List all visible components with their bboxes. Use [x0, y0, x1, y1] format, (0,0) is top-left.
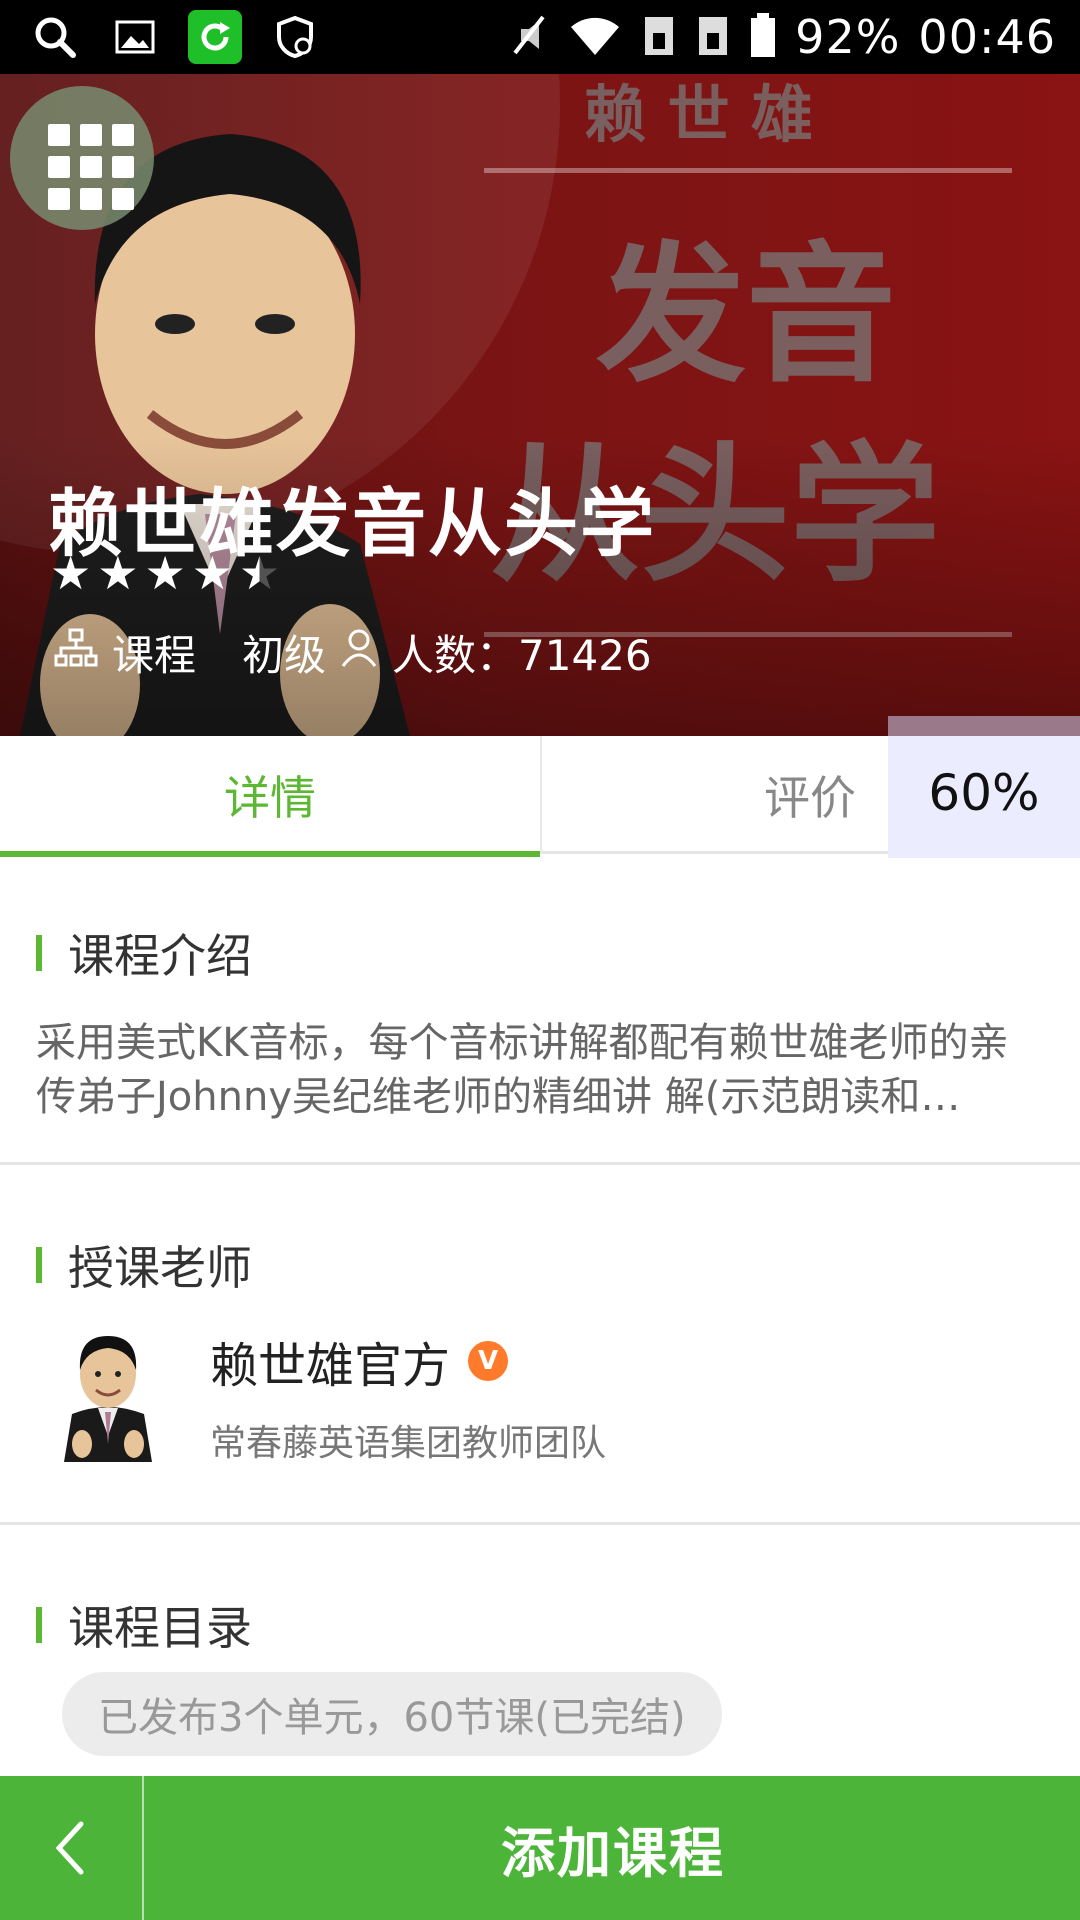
- course-type: 课程: [112, 631, 197, 680]
- section-divider: [0, 1522, 1080, 1525]
- sim2-icon: [695, 11, 731, 63]
- half-star-icon: ★: [239, 546, 281, 600]
- student-count: 人数：71426: [392, 631, 652, 680]
- star-icon: ★: [50, 546, 92, 600]
- teacher-heading: 授课老师: [36, 1232, 252, 1298]
- teacher-name: 赖世雄官方: [210, 1338, 451, 1394]
- grid-dot: [80, 156, 102, 178]
- course-meta: 课程 初级 人数：71426: [54, 622, 652, 683]
- image-icon: [108, 10, 162, 64]
- battery-percent: 92%: [795, 10, 901, 64]
- grid-dot: [80, 188, 102, 210]
- course-hero: 赖 世 雄 发音 从头学 赖世雄发音从头学 ★ ★ ★ ★ ★ 课程 初级: [0, 74, 1080, 736]
- intro-heading-text: 课程介绍: [68, 929, 252, 983]
- tab-divider: [540, 736, 542, 854]
- grid-dot: [80, 124, 102, 146]
- star-icon: ★: [191, 546, 233, 600]
- back-button[interactable]: [0, 1776, 144, 1920]
- grid-dot: [48, 124, 70, 146]
- refresh-icon: [188, 10, 242, 64]
- rating-stars: ★ ★ ★ ★ ★: [50, 550, 280, 596]
- percent-overlay: 60%: [888, 716, 1080, 858]
- star-icon: ★: [97, 546, 139, 600]
- grid-dot: [112, 188, 134, 210]
- catalog-summary-pill: 已发布3个单元，60节课(已完结): [62, 1672, 722, 1756]
- tab-details[interactable]: 详情: [0, 736, 540, 857]
- grid-dot: [48, 188, 70, 210]
- hierarchy-icon: [54, 628, 98, 678]
- status-left-icons: [28, 10, 322, 64]
- section-accent-bar: [36, 1247, 42, 1283]
- sim1-icon: [641, 11, 677, 63]
- percent-overlay-text: 60%: [928, 764, 1040, 822]
- poster-text-top: 赖 世 雄: [584, 78, 814, 151]
- star-icon: ★: [144, 546, 186, 600]
- percent-overlay-strip: [888, 716, 1080, 736]
- teacher-avatar[interactable]: [58, 1326, 158, 1462]
- grid-dot: [48, 156, 70, 178]
- status-bar: 92% 00:46: [0, 0, 1080, 74]
- grid-menu-button[interactable]: [10, 86, 154, 230]
- teacher-heading-text: 授课老师: [68, 1241, 252, 1295]
- shield-icon: [268, 10, 322, 64]
- section-accent-bar: [36, 1607, 42, 1643]
- section-divider: [0, 1162, 1080, 1165]
- grid-dot: [112, 124, 134, 146]
- grid-dot: [112, 156, 134, 178]
- add-course-button[interactable]: 添加课程: [146, 1776, 1080, 1920]
- catalog-heading: 课程目录: [36, 1592, 252, 1658]
- bottom-action-bar: 添加课程: [0, 1776, 1080, 1920]
- poster-line-top: [484, 168, 1012, 173]
- course-level: 初级: [242, 631, 327, 680]
- verified-badge-icon: V: [468, 1341, 509, 1381]
- clock: 00:46: [918, 10, 1056, 64]
- teacher-subtitle: 常春藤英语集团教师团队: [210, 1423, 607, 1464]
- person-icon: [340, 628, 378, 678]
- wifi-icon: [567, 13, 623, 61]
- chevron-left-icon: [55, 1821, 84, 1875]
- tab-reviews[interactable]: 评价: [720, 736, 900, 854]
- teacher-name-row[interactable]: 赖世雄官方 V: [210, 1326, 509, 1396]
- status-right: 92% 00:46: [509, 0, 1056, 74]
- search-icon: [28, 10, 82, 64]
- catalog-heading-text: 课程目录: [68, 1601, 252, 1655]
- intro-heading: 课程介绍: [36, 920, 252, 986]
- intro-text[interactable]: 采用美式KK音标，每个音标讲解都配有赖世雄老师的亲传弟子Johnny吴纪维老师的…: [36, 1016, 1046, 1124]
- mute-icon: [509, 13, 549, 61]
- battery-icon: [749, 11, 777, 63]
- poster-text-line1: 发音: [596, 229, 897, 403]
- section-accent-bar: [36, 935, 42, 971]
